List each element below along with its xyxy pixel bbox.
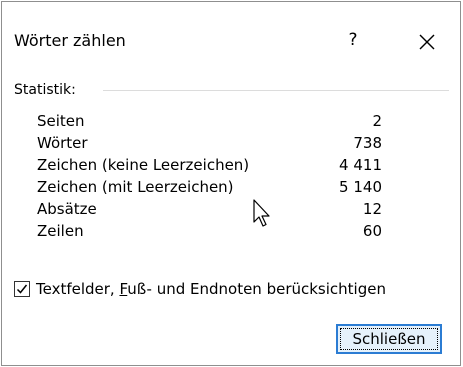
stat-row-pages: Seiten 2 [29, 110, 382, 132]
stat-row-paragraphs: Absätze 12 [29, 198, 382, 220]
statistics-heading: Statistik: [14, 82, 76, 98]
dialog-title: Wörter zählen [14, 31, 126, 50]
stat-value: 2 [372, 112, 382, 130]
stat-label: Zeichen (keine Leerzeichen) [37, 156, 250, 174]
stat-label: Wörter [37, 134, 88, 152]
stat-label: Zeichen (mit Leerzeichen) [37, 178, 234, 196]
section-divider [103, 90, 449, 91]
stat-label: Zeilen [37, 222, 84, 240]
statistics-list: Seiten 2 Wörter 738 Zeichen (keine Leerz… [29, 110, 382, 242]
include-textboxes-checkbox[interactable] [14, 281, 30, 297]
stat-label: Absätze [37, 200, 97, 218]
stat-value: 5 140 [339, 178, 382, 196]
stat-row-words: Wörter 738 [29, 132, 382, 154]
stat-value: 4 411 [339, 156, 382, 174]
mouse-pointer-icon [252, 198, 274, 230]
include-textboxes-label[interactable]: Textfelder, Fuß- und Endnoten berücksich… [36, 278, 386, 300]
stat-value: 738 [353, 134, 382, 152]
help-button[interactable]: ? [339, 25, 367, 55]
stat-row-lines: Zeilen 60 [29, 220, 382, 242]
stat-value: 60 [362, 222, 382, 240]
close-button[interactable]: Schließen [336, 324, 442, 354]
title-bar: Wörter zählen ? [2, 2, 460, 59]
word-count-dialog: Wörter zählen ? Statistik: Seiten 2 Wört… [1, 1, 461, 366]
stat-row-chars-with-spaces: Zeichen (mit Leerzeichen) 5 140 [29, 176, 382, 198]
close-icon[interactable] [413, 28, 441, 56]
stat-value: 12 [362, 200, 382, 218]
include-textboxes-option[interactable]: Textfelder, Fuß- und Endnoten berücksich… [14, 278, 386, 300]
stat-label: Seiten [37, 112, 85, 130]
stat-row-chars-no-spaces: Zeichen (keine Leerzeichen) 4 411 [29, 154, 382, 176]
